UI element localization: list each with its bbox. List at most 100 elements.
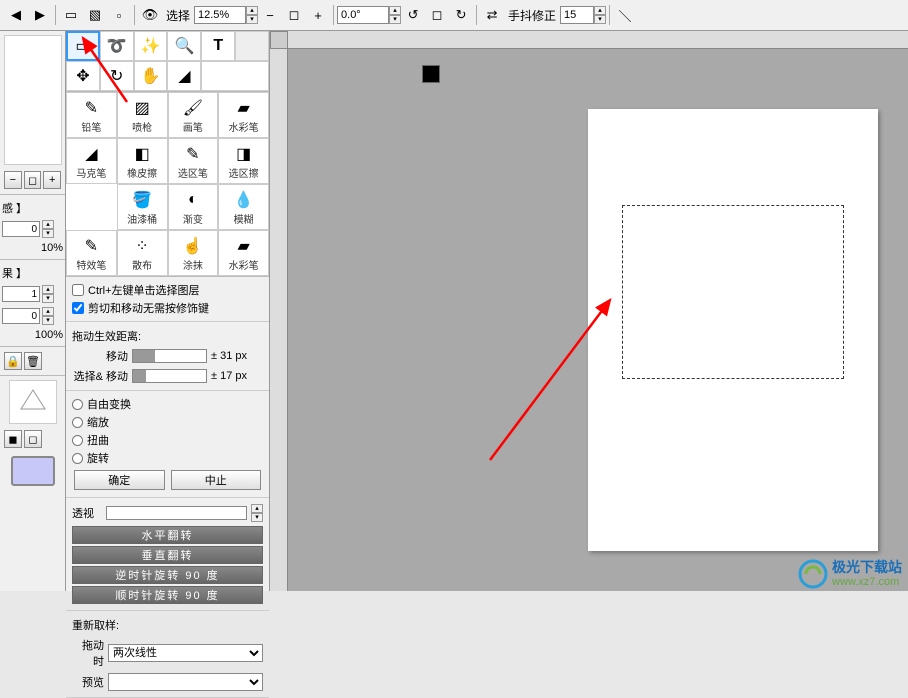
brush-icon: 💧 [234, 189, 254, 211]
move-slider[interactable] [132, 349, 207, 363]
rotate-reset-icon[interactable]: ◻ [426, 5, 448, 25]
zoom-out-icon[interactable]: − [259, 5, 281, 25]
rotate-ccw-button[interactable]: 逆时针旋转 90 度 [72, 566, 263, 584]
shake-stepper[interactable]: ▴▾ [594, 6, 606, 24]
left-sidebar: − ◻ + 感 】 ▴▾ 10% 果 】 ▴▾ ▴▾ 100% 🔒 🗑 ◼ ◻ [0, 31, 66, 591]
effect-input-2[interactable] [2, 308, 40, 324]
zoom-stepper[interactable]: ▴▾ [246, 6, 258, 24]
drag-when-select[interactable]: 两次线性 [108, 644, 263, 662]
flip-v-button[interactable]: 垂直翻转 [72, 546, 263, 564]
shake-input[interactable] [560, 6, 594, 24]
tool-select-rect[interactable]: ▭ [66, 31, 100, 61]
navigator-preview[interactable] [4, 35, 62, 165]
preset-square-icon[interactable]: ◼ [4, 430, 22, 448]
brush-label: 马克笔 [76, 165, 106, 180]
zoom-input[interactable] [194, 6, 246, 24]
brush-icon: ✎ [186, 143, 199, 165]
lock-icon[interactable]: 🔒 [4, 352, 22, 370]
ok-button[interactable]: 确定 [74, 470, 165, 490]
brush-模糊[interactable]: 💧模糊 [218, 184, 269, 230]
brush-喷枪[interactable]: ▨喷枪 [117, 92, 168, 138]
tool-hand[interactable]: ✋ [134, 61, 168, 91]
brush-铅笔[interactable]: ✎铅笔 [66, 92, 117, 138]
brush-label: 画笔 [183, 119, 203, 134]
brush-选区擦[interactable]: ◨选区擦 [218, 138, 269, 184]
brush-涂抹[interactable]: ☝涂抹 [168, 230, 219, 276]
nav-next-icon[interactable]: ▶ [29, 5, 51, 25]
brush-马克笔[interactable]: ◢马克笔 [66, 138, 117, 184]
fg-color-swatch[interactable] [422, 65, 440, 83]
brush-橡皮擦[interactable]: ◧橡皮擦 [117, 138, 168, 184]
brush-icon: ◐ [188, 189, 198, 211]
move-slider-value: ± 31 px [211, 350, 263, 362]
selmove-slider[interactable] [132, 369, 207, 383]
preview-select[interactable] [108, 673, 263, 691]
canvas-area [270, 31, 908, 591]
zoom-fit-icon[interactable]: ◻ [283, 5, 305, 25]
brush-icon: ▰ [237, 235, 249, 257]
brush-渐变[interactable]: ◐渐变 [168, 184, 219, 230]
tool-rotate-view[interactable]: ↻ [100, 61, 134, 91]
watermark-title: 极光下载站 [832, 560, 902, 575]
line-tool-icon[interactable]: ＼ [614, 5, 636, 25]
tool-move[interactable]: ✥ [66, 61, 100, 91]
radio-free-transform[interactable]: 自由变换 [72, 395, 263, 413]
brush-label: 水彩笔 [229, 119, 259, 134]
perspective-stepper[interactable]: ▴▾ [251, 504, 263, 522]
tool-zoom[interactable]: 🔍 [167, 31, 201, 61]
transform-section: 自由变换 缩放 扭曲 旋转 确定 中止 [66, 391, 269, 498]
tool-text[interactable]: T [201, 31, 235, 61]
color-swatch[interactable] [11, 456, 55, 486]
trash-icon[interactable]: 🗑 [24, 352, 42, 370]
new-icon[interactable]: ▭ [60, 5, 82, 25]
delete-icon[interactable]: ▧ [84, 5, 106, 25]
cancel-button[interactable]: 中止 [171, 470, 262, 490]
tool-swatch-pair[interactable] [201, 61, 269, 91]
flip-h-button[interactable]: 水平翻转 [72, 526, 263, 544]
cut-move-checkbox[interactable]: 剪切和移动无需按修饰键 [72, 299, 263, 317]
nav-square-icon[interactable]: ◻ [24, 171, 42, 189]
nav-prev-icon[interactable]: ◀ [5, 5, 27, 25]
selection-marquee[interactable] [622, 205, 844, 379]
brush-特效笔[interactable]: ✎特效笔 [66, 230, 117, 276]
zoom-in-icon[interactable]: + [307, 5, 329, 25]
nav-minus-icon[interactable]: − [4, 171, 22, 189]
rotate-cw-icon[interactable]: ↻ [450, 5, 472, 25]
radio-rotate[interactable]: 旋转 [72, 449, 263, 467]
brush-水彩笔[interactable]: ▰水彩笔 [218, 230, 269, 276]
tool-lasso[interactable]: ➰ [100, 31, 134, 61]
effect-input-1[interactable] [2, 286, 40, 302]
ctrl-click-checkbox[interactable]: Ctrl+左键单击选择图层 [72, 281, 263, 299]
preset-blank-icon[interactable]: ◻ [24, 430, 42, 448]
brush-画笔[interactable]: 🖌画笔 [168, 92, 219, 138]
radio-scale[interactable]: 缩放 [72, 413, 263, 431]
tool-color-picker[interactable]: ◢ [167, 61, 201, 91]
perspective-label: 透视 [72, 505, 102, 521]
selmove-slider-value: ± 17 px [211, 370, 263, 382]
flip-icon[interactable]: ⇄ [481, 5, 503, 25]
brush-油漆桶[interactable]: 🪣油漆桶 [117, 184, 168, 230]
clear-icon[interactable]: ▫ [108, 5, 130, 25]
angle-input[interactable] [337, 6, 389, 24]
brush-icon: ✎ [85, 97, 98, 119]
tool-magic-wand[interactable]: ✨ [134, 31, 168, 61]
ruler-horizontal[interactable] [288, 31, 908, 49]
radio-distort[interactable]: 扭曲 [72, 431, 263, 449]
canvas-viewport[interactable] [288, 49, 908, 591]
tool-options-panel: ▭ ➰ ✨ 🔍 T ✥ ↻ ✋ ◢ ✎铅笔▨喷枪🖌画笔▰水彩笔◢马克笔◧橡皮擦✎… [66, 31, 270, 591]
brush-label: 油漆桶 [127, 211, 157, 226]
sensitivity-input[interactable] [2, 221, 40, 237]
brush-散布[interactable]: ⁘散布 [117, 230, 168, 276]
brush-grid: ✎铅笔▨喷枪🖌画笔▰水彩笔◢马克笔◧橡皮擦✎选区笔◨选区擦🪣油漆桶◐渐变💧模糊✎… [66, 92, 269, 277]
eye-icon[interactable]: 👁 [139, 5, 161, 25]
perspective-slider[interactable] [106, 506, 247, 520]
ruler-vertical[interactable] [270, 49, 288, 591]
ruler-corner [270, 31, 288, 49]
nav-plus-icon[interactable]: + [43, 171, 61, 189]
angle-stepper[interactable]: ▴▾ [389, 6, 401, 24]
brush-水彩笔[interactable]: ▰水彩笔 [218, 92, 269, 138]
rotate-cw-button[interactable]: 顺时针旋转 90 度 [72, 586, 263, 604]
brush-选区笔[interactable]: ✎选区笔 [168, 138, 219, 184]
brush-label: 选区擦 [229, 165, 259, 180]
rotate-ccw-icon[interactable]: ↺ [402, 5, 424, 25]
